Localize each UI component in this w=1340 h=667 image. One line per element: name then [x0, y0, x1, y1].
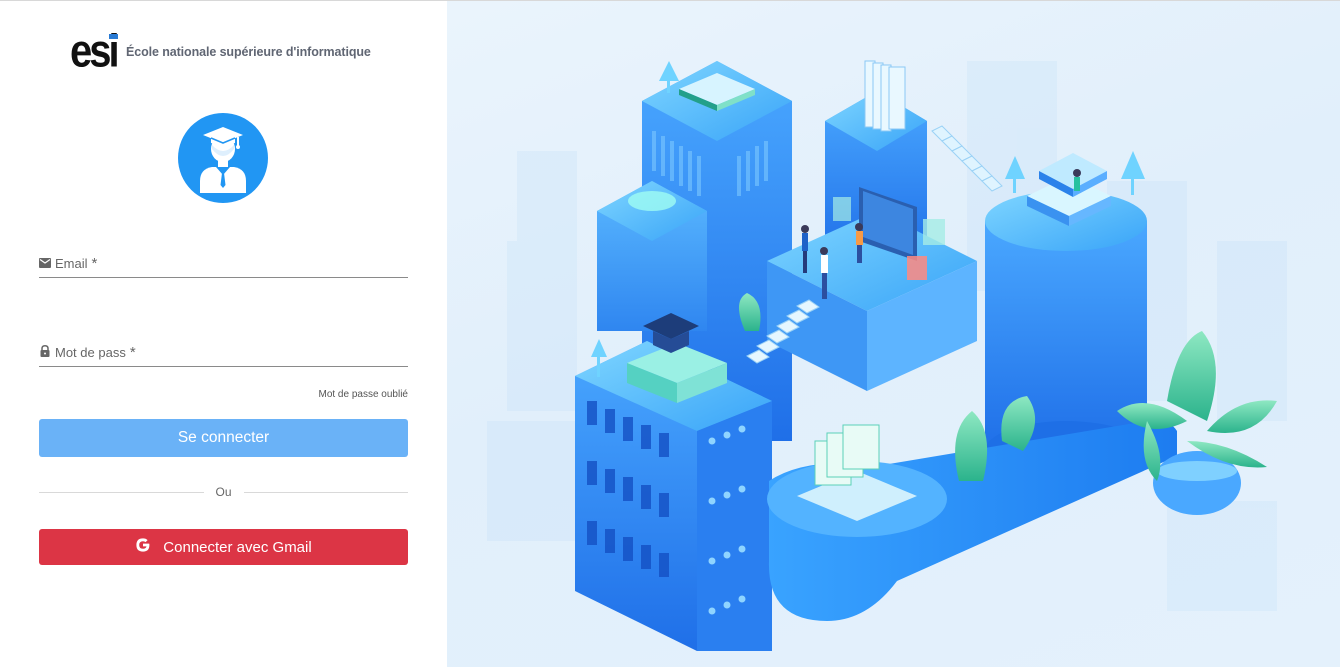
gmail-button-label: Connecter avec Gmail	[163, 538, 312, 556]
forgot-password-link[interactable]: Mot de passe oublié	[318, 389, 408, 400]
or-divider: Ou	[39, 485, 409, 499]
gmail-login-button[interactable]: Connecter avec Gmail	[39, 529, 408, 565]
password-field[interactable]: Mot de pass *	[39, 341, 408, 367]
hero-illustration	[447, 1, 1340, 667]
school-name: École nationale supérieure d'informatiqu…	[126, 45, 371, 59]
password-input[interactable]	[39, 341, 408, 366]
divider-line	[39, 491, 204, 493]
esi-logo-icon: esi	[70, 26, 120, 77]
login-button[interactable]: Se connecter	[39, 419, 408, 457]
divider-text: Ou	[215, 485, 232, 499]
google-g-icon	[135, 537, 151, 557]
isometric-campus-illustration	[487, 60, 1287, 651]
brand-header: esi École nationale supérieure d'informa…	[70, 26, 371, 77]
email-field[interactable]: Email *	[39, 252, 408, 278]
login-panel: esi École nationale supérieure d'informa…	[0, 1, 447, 667]
email-input[interactable]	[39, 252, 408, 277]
graduate-student-icon	[178, 113, 268, 203]
divider-line	[243, 491, 409, 493]
